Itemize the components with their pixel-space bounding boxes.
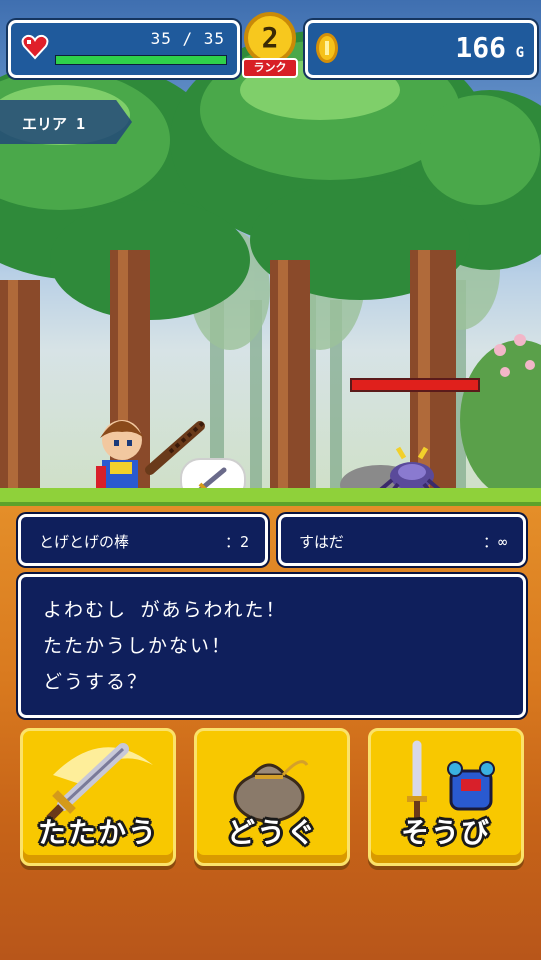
rank-label: ランク	[242, 58, 298, 78]
gold-value: 166	[455, 31, 506, 64]
message-line-1: よわむし があらわれた！	[43, 599, 287, 621]
armor-count: ：∞	[482, 533, 507, 551]
message-line-2: たたかうしかない！	[43, 635, 233, 657]
heart-icon	[21, 34, 49, 60]
weapon-name: とげとげの棒	[39, 533, 130, 551]
enemy-hp-fill	[352, 380, 478, 390]
hp-panel: 35 / 35	[8, 20, 240, 78]
message-line-3: どうする？	[43, 671, 149, 693]
message-window: よわむし があらわれた！ たたかうしかない！ どうする？	[18, 574, 526, 718]
item-label: どうぐ	[226, 816, 317, 849]
attack-button[interactable]: たたかう	[20, 728, 176, 866]
item-button[interactable]: どうぐ	[194, 728, 350, 866]
gold-unit: G	[515, 45, 524, 61]
armor-name: すはだ	[299, 533, 344, 551]
gold-panel: 166 G	[305, 20, 537, 78]
attack-label: たたかう	[37, 816, 158, 849]
hp-bar	[55, 55, 227, 65]
hp-text: 35 / 35	[150, 29, 225, 48]
enemy-hp-bar	[350, 378, 480, 392]
weapon-count: ：2	[224, 533, 249, 551]
rank-medal[interactable]: 2 ランク	[240, 12, 300, 82]
area-tab[interactable]: エリア 1	[0, 100, 132, 144]
weapon-slot: とげとげの棒 ：2	[18, 514, 268, 566]
hp-bar-fill	[56, 56, 226, 64]
area-label: エリア 1	[22, 115, 86, 133]
armor-slot: すはだ ：∞	[278, 514, 526, 566]
equip-label: そうび	[400, 816, 491, 849]
coin-icon	[316, 33, 338, 63]
grass-strip	[0, 488, 541, 506]
rank-number: 2	[244, 12, 296, 64]
equip-button[interactable]: そうび	[368, 728, 524, 866]
